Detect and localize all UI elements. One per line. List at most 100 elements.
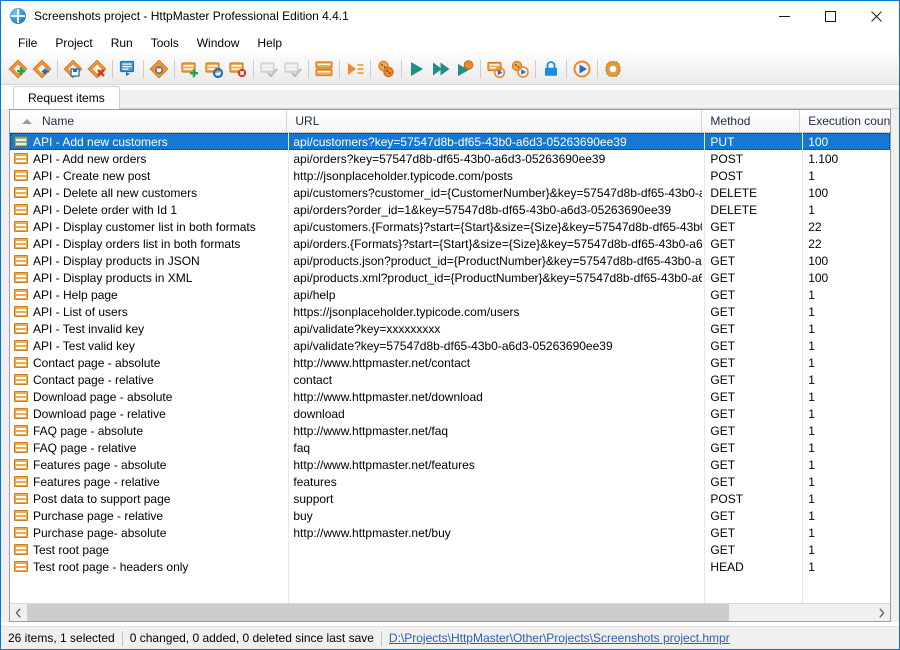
column-header-method[interactable]: Method <box>702 110 800 132</box>
chevron-right-icon[interactable] <box>873 604 890 621</box>
options-gear-icon[interactable] <box>601 57 625 81</box>
dynamic-parameters-icon[interactable] <box>374 57 398 81</box>
table-row[interactable]: Download page - absolutehttp://www.httpm… <box>10 388 890 405</box>
disable-item-icon[interactable] <box>281 57 305 81</box>
table-row[interactable]: API - Display products in XMLapi/product… <box>10 269 890 286</box>
sort-ascending-icon <box>22 119 32 124</box>
table-row[interactable]: FAQ page - absolutehttp://www.httpmaster… <box>10 422 890 439</box>
table-row[interactable]: API - Create new posthttp://jsonplacehol… <box>10 167 890 184</box>
tab-strip-filler <box>120 90 899 109</box>
column-header-execution-count[interactable]: Execution count <box>800 110 890 132</box>
maximize-icon[interactable] <box>807 1 853 31</box>
menu-item-window[interactable]: Window <box>188 33 249 53</box>
enable-item-icon[interactable] <box>257 57 281 81</box>
cell-url: http://www.httpmaster.net/features <box>287 456 702 473</box>
table-row[interactable]: Test root pageGET1 <box>10 541 890 558</box>
open-project-icon[interactable] <box>30 57 54 81</box>
cell-name: API - Test invalid key <box>10 320 287 337</box>
status-project-path-link[interactable]: D:\Projects\HttpMaster\Other\Projects\Sc… <box>382 630 737 646</box>
httpmaster-globe-icon <box>10 8 26 24</box>
scrollbar-thumb[interactable] <box>27 604 729 621</box>
request-item-icon <box>14 391 28 402</box>
close-icon[interactable] <box>853 1 899 31</box>
cell-url: api/validate?key=57547d8b-df65-43b0-a6d3… <box>287 337 702 354</box>
batch-items-icon[interactable] <box>312 57 336 81</box>
add-request-item-icon[interactable] <box>178 57 202 81</box>
cell-method: POST <box>702 150 800 167</box>
execute-batch-icon[interactable] <box>484 57 508 81</box>
table-row[interactable]: Contact page - absolutehttp://www.httpma… <box>10 354 890 371</box>
cell-method: GET <box>702 388 800 405</box>
table-row[interactable]: Features page - relativefeaturesGET1 <box>10 473 890 490</box>
save-project-icon[interactable] <box>61 57 85 81</box>
menu-item-file[interactable]: File <box>9 33 46 53</box>
cell-url: api/orders.{Formats}?start={Start}&size=… <box>287 235 702 252</box>
table-row[interactable]: API - Delete all new customersapi/custom… <box>10 184 890 201</box>
close-project-icon[interactable] <box>85 57 109 81</box>
cell-method: GET <box>702 235 800 252</box>
cell-execution-count: 1 <box>800 439 890 456</box>
table-row[interactable]: API - List of usershttps://jsonplacehold… <box>10 303 890 320</box>
cell-name-label: API - Delete order with Id 1 <box>33 203 177 217</box>
cell-name: Download page - relative <box>10 405 287 422</box>
cell-execution-count: 1 <box>800 473 890 490</box>
grid-body[interactable]: API - Add new customersapi/customers?key… <box>10 133 890 603</box>
table-row[interactable]: Purchase page - relativebuyGET1 <box>10 507 890 524</box>
cell-method: GET <box>702 473 800 490</box>
menu-item-tools[interactable]: Tools <box>142 33 188 53</box>
toolbar-separator <box>401 60 402 78</box>
table-row[interactable]: Download page - relativedownloadGET1 <box>10 405 890 422</box>
table-row[interactable]: API - Test invalid keyapi/validate?key=x… <box>10 320 890 337</box>
table-row[interactable]: API - Help pageapi/helpGET1 <box>10 286 890 303</box>
project-settings-icon[interactable] <box>147 57 171 81</box>
table-row[interactable]: API - Display customer list in both form… <box>10 218 890 235</box>
cell-method: GET <box>702 320 800 337</box>
table-row[interactable]: API - Add new ordersapi/orders?key=57547… <box>10 150 890 167</box>
table-row[interactable]: API - Add new customersapi/customers?key… <box>10 133 890 150</box>
scrollbar-track[interactable] <box>27 604 873 621</box>
horizontal-scrollbar[interactable] <box>10 603 890 621</box>
cell-url: features <box>287 473 702 490</box>
delete-request-item-icon[interactable] <box>226 57 250 81</box>
cell-execution-count: 22 <box>800 218 890 235</box>
monitor-icon[interactable] <box>570 57 594 81</box>
minimize-icon[interactable] <box>761 1 807 31</box>
execute-selected-icon[interactable] <box>453 57 477 81</box>
execute-list-icon[interactable] <box>343 57 367 81</box>
cell-method: GET <box>702 303 800 320</box>
menu-item-run[interactable]: Run <box>102 33 142 53</box>
table-row[interactable]: Post data to support pagesupportPOST1 <box>10 490 890 507</box>
execute-all-icon[interactable] <box>429 57 453 81</box>
column-header-name[interactable]: Name <box>10 110 287 132</box>
menu-item-help[interactable]: Help <box>248 33 291 53</box>
edit-request-item-icon[interactable] <box>202 57 226 81</box>
table-row[interactable]: Features page - absolutehttp://www.httpm… <box>10 456 890 473</box>
table-row[interactable]: Test root page - headers onlyHEAD1 <box>10 558 890 575</box>
column-header-url[interactable]: URL <box>287 110 702 132</box>
execute-icon[interactable] <box>405 57 429 81</box>
project-properties-icon[interactable] <box>116 57 140 81</box>
request-items-grid: Name URL Method Execution count API - Ad… <box>9 109 891 622</box>
request-item-icon <box>14 408 28 419</box>
status-changes: 0 changed, 0 added, 0 deleted since last… <box>123 630 381 646</box>
cell-name-label: Post data to support page <box>33 492 170 506</box>
new-project-icon[interactable] <box>6 57 30 81</box>
tab-request-items[interactable]: Request items <box>13 86 120 109</box>
request-item-icon <box>14 289 28 300</box>
cell-name: API - Create new post <box>10 167 287 184</box>
table-row[interactable]: API - Display orders list in both format… <box>10 235 890 252</box>
table-row[interactable]: FAQ page - relativefaqGET1 <box>10 439 890 456</box>
authentication-icon[interactable] <box>539 57 563 81</box>
table-row[interactable]: API - Test valid keyapi/validate?key=575… <box>10 337 890 354</box>
table-row[interactable]: Purchase page- absolutehttp://www.httpma… <box>10 524 890 541</box>
menu-item-project[interactable]: Project <box>46 33 101 53</box>
cell-method: POST <box>702 167 800 184</box>
table-row[interactable]: Contact page - relativecontactGET1 <box>10 371 890 388</box>
table-row[interactable]: API - Delete order with Id 1api/orders?o… <box>10 201 890 218</box>
request-item-icon <box>14 374 28 385</box>
execute-chain-icon[interactable] <box>508 57 532 81</box>
request-item-icon <box>14 340 28 351</box>
table-row[interactable]: API - Display products in JSONapi/produc… <box>10 252 890 269</box>
cell-name-label: API - Display products in XML <box>33 271 192 285</box>
chevron-left-icon[interactable] <box>10 604 27 621</box>
